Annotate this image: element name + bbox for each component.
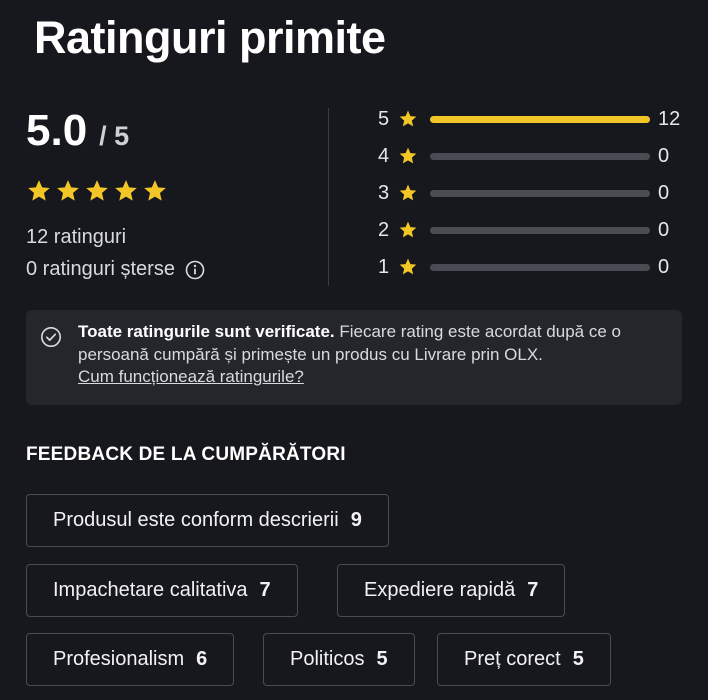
- distribution-star-label: 4: [378, 144, 390, 167]
- feedback-chip[interactable]: Preț corect 5: [437, 633, 611, 686]
- star-icon: [399, 110, 417, 127]
- distribution-bar: [430, 115, 650, 123]
- distribution-star-label: 5: [378, 107, 390, 130]
- star-icon: [86, 180, 108, 201]
- star-icon: [57, 180, 79, 201]
- chip-count: 7: [259, 579, 271, 601]
- notice-bold: Toate ratingurile sunt verificate.: [78, 322, 335, 341]
- distribution-row-2: 20: [378, 215, 688, 245]
- feedback-chip[interactable]: Expediere rapidă 7: [337, 564, 566, 617]
- chip-count: 5: [376, 648, 388, 670]
- feedback-heading: FEEDBACK DE LA CUMPĂRĂTORI: [26, 444, 346, 465]
- chip-count: 5: [572, 648, 584, 670]
- distribution-row-3: 30: [378, 178, 688, 208]
- star-icon: [115, 180, 137, 201]
- distribution-row-1: 10: [378, 252, 688, 282]
- feedback-chip[interactable]: Politicos 5: [263, 633, 415, 686]
- page-title: Ratinguri primite: [34, 12, 386, 63]
- info-circle-icon[interactable]: [185, 260, 205, 280]
- distribution-count: 0: [658, 255, 670, 278]
- distribution-bar: [430, 189, 650, 197]
- feedback-chip[interactable]: Produsul este conform descrierii 9: [26, 494, 389, 547]
- distribution-bar: [430, 226, 650, 234]
- distribution-count: 0: [658, 144, 670, 167]
- distribution-star-label: 2: [378, 218, 390, 241]
- average-score: 5.0 / 5: [26, 106, 129, 156]
- chip-count: 9: [350, 509, 362, 531]
- chip-count: 6: [196, 648, 208, 670]
- star-icon: [399, 147, 417, 164]
- star-icon: [399, 258, 417, 275]
- distribution-row-5: 5 12: [378, 104, 688, 134]
- distribution-count: 12: [658, 107, 681, 130]
- chip-label: Produsul este conform descrierii: [53, 509, 339, 531]
- star-icon: [28, 180, 50, 201]
- chip-label: Expediere rapidă: [364, 579, 516, 601]
- distribution-count: 0: [658, 181, 670, 204]
- chip-label: Politicos: [290, 648, 365, 670]
- feedback-chip[interactable]: Impachetare calitativa 7: [26, 564, 298, 617]
- check-circle-icon: [41, 327, 61, 347]
- score-value: 5.0: [26, 106, 88, 155]
- how-ratings-work-link[interactable]: Cum funcționează ratingurile?: [78, 367, 304, 386]
- chip-count: 7: [527, 579, 539, 601]
- chip-label: Impachetare calitativa: [53, 579, 248, 601]
- distribution-bar: [430, 152, 650, 160]
- distribution-bar-fill: [430, 115, 650, 123]
- divider: [328, 108, 329, 286]
- distribution-row-4: 40: [378, 141, 688, 171]
- chip-label: Preț corect: [464, 648, 561, 670]
- score-max: / 5: [99, 121, 130, 151]
- star-icon: [399, 221, 417, 238]
- distribution-star-label: 3: [378, 181, 390, 204]
- star-icon: [399, 184, 417, 201]
- distribution-bar: [430, 263, 650, 271]
- notice-text: Toate ratingurile sunt verificate. Fieca…: [78, 321, 678, 389]
- distribution-star-label: 1: [378, 255, 390, 278]
- verified-notice: Toate ratingurile sunt verificate. Fieca…: [26, 310, 682, 405]
- star-icon: [144, 180, 166, 201]
- deleted-ratings-label: 0 ratinguri șterse: [26, 258, 175, 280]
- distribution-count: 0: [658, 218, 670, 241]
- average-stars: [26, 178, 168, 204]
- chip-label: Profesionalism: [53, 648, 185, 670]
- deleted-ratings: 0 ratinguri șterse: [26, 258, 205, 281]
- feedback-chip[interactable]: Profesionalism 6: [26, 633, 235, 686]
- ratings-count: 12 ratinguri: [26, 226, 127, 248]
